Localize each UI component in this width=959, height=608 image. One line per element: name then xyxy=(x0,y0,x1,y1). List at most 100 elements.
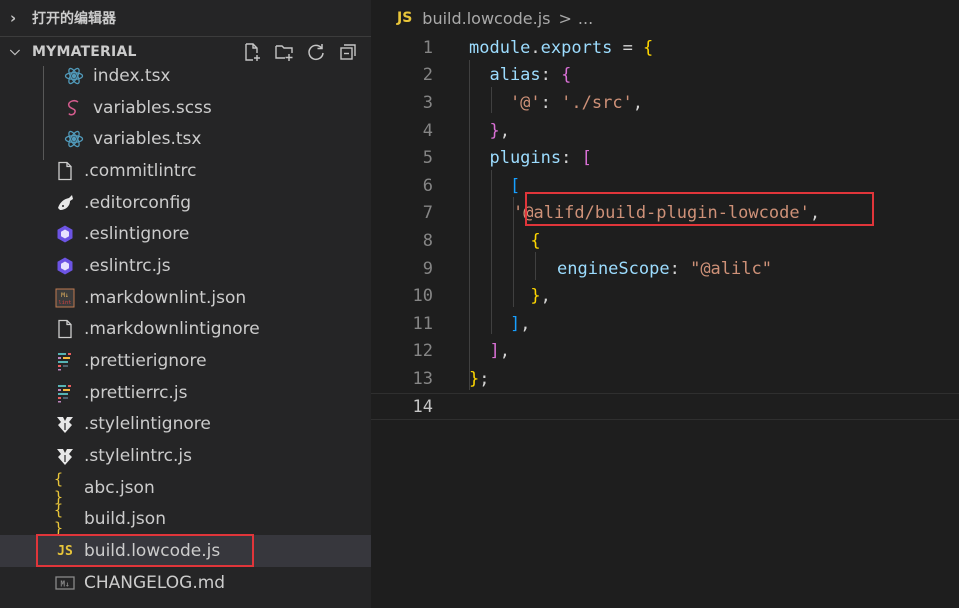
file-item-build-lowcode-js[interactable]: JS build.lowcode.js xyxy=(0,535,371,567)
breadcrumb-more[interactable]: ... xyxy=(578,9,593,28)
react-icon xyxy=(63,65,85,87)
file-label: .markdownlintignore xyxy=(84,319,260,340)
code-token: { xyxy=(643,37,654,58)
file-label: CHANGELOG.md xyxy=(84,572,226,593)
line-number: 7 xyxy=(422,203,433,224)
line-number: 5 xyxy=(422,148,433,169)
code-token: './src' xyxy=(561,92,633,113)
code-token: ] xyxy=(469,313,521,334)
code-text: '@': './src', xyxy=(469,93,643,113)
vscode-window: › 打开的编辑器 ⌵ MYMATERIAL index.tsx variable… xyxy=(0,0,959,608)
code-line: 12 ], xyxy=(371,338,959,366)
eslint-icon xyxy=(54,255,76,277)
json-icon: { } xyxy=(54,501,64,538)
file-item-build-json[interactable]: { } build.json xyxy=(0,501,371,538)
code-line: 5 plugins: [ xyxy=(371,144,959,172)
file-label: .markdownlint.json xyxy=(84,287,247,308)
file-label: variables.scss xyxy=(93,97,212,118)
breadcrumb-file[interactable]: build.lowcode.js xyxy=(422,9,550,28)
sass-icon xyxy=(63,97,85,119)
code-token: . xyxy=(530,37,541,58)
code-token: ; xyxy=(479,368,490,389)
code-text: plugins: [ xyxy=(469,148,592,169)
code-token: '@' xyxy=(469,92,541,113)
svg-text:lint: lint xyxy=(58,300,71,306)
file-item-eslintignore[interactable]: .eslintignore xyxy=(0,218,371,250)
file-label: .prettierrc.js xyxy=(84,382,188,403)
open-editors-header[interactable]: › 打开的编辑器 xyxy=(0,0,371,36)
code-token: : xyxy=(669,258,691,279)
code-token: ] xyxy=(469,341,500,362)
file-item-stylelintrc-js[interactable]: .stylelintrc.js xyxy=(0,440,371,472)
file-item-index-tsx[interactable]: index.tsx xyxy=(0,60,371,92)
open-editors-title: 打开的编辑器 xyxy=(32,11,116,27)
file-label: index.tsx xyxy=(93,65,171,86)
breadcrumb: JS build.lowcode.js > ... xyxy=(371,0,959,36)
js-icon: JS xyxy=(57,543,73,559)
code-token: , xyxy=(520,313,531,334)
file-label: variables.tsx xyxy=(93,129,202,150)
code-token: , xyxy=(499,120,510,141)
stylelint-icon xyxy=(54,445,76,467)
file-item-abc-json[interactable]: { } abc.json xyxy=(0,469,371,506)
code-token: '@alifd/build-plugin-lowcode' xyxy=(513,203,810,224)
code-line: 7 '@alifd/build-plugin-lowcode', xyxy=(371,200,959,228)
code-text: alias: { xyxy=(469,65,571,85)
file-label: .prettierignore xyxy=(84,351,207,372)
line-number: 4 xyxy=(422,120,433,141)
code-line: 3 '@': './src', xyxy=(371,89,959,117)
line-number: 9 xyxy=(422,258,433,279)
file-item-prettierignore[interactable]: .prettierignore xyxy=(0,345,371,377)
react-icon xyxy=(63,128,85,150)
code-token: : xyxy=(540,65,562,86)
file-icon xyxy=(54,318,76,340)
file-item-markdownlintignore[interactable]: .markdownlintignore xyxy=(0,314,371,346)
line-number: 14 xyxy=(412,396,433,417)
code-token: , xyxy=(632,92,644,113)
prettier-icon xyxy=(54,382,76,404)
file-item-eslintrc-js[interactable]: .eslintrc.js xyxy=(0,250,371,282)
file-label: .stylelintignore xyxy=(84,414,211,435)
code-token: , xyxy=(540,286,551,307)
file-item-changelog-md[interactable]: M↓ CHANGELOG.md xyxy=(0,567,371,599)
chevron-right-icon: › xyxy=(10,9,17,27)
code-line: 11 ], xyxy=(371,310,959,338)
file-label: .editorconfig xyxy=(84,192,192,213)
line-number: 10 xyxy=(412,286,433,307)
code-token: alias xyxy=(469,65,541,86)
code-text: engineScope: "@alilc" xyxy=(557,259,772,279)
file-item-commitlintrc[interactable]: .commitlintrc xyxy=(0,155,371,187)
code-token: exports xyxy=(540,37,613,58)
line-number: 11 xyxy=(412,313,433,334)
line-number: 1 xyxy=(422,37,433,58)
file-label: build.json xyxy=(84,509,166,530)
code-area[interactable]: 1 module.exports = { 2 alias: { 3 '@': '… xyxy=(371,34,959,421)
line-number: 12 xyxy=(412,341,433,362)
code-text: '@alifd/build-plugin-lowcode', xyxy=(513,203,820,223)
code-line: 10 }, xyxy=(371,282,959,310)
file-item-variables-scss[interactable]: variables.scss xyxy=(0,92,371,124)
file-icon xyxy=(54,160,76,182)
code-token: , xyxy=(499,341,510,362)
code-token: : xyxy=(561,148,582,169)
line-number: 6 xyxy=(422,175,433,196)
json-icon: { } xyxy=(54,469,64,506)
file-label: .eslintignore xyxy=(84,224,190,245)
code-token: : xyxy=(540,92,562,113)
stylelint-icon xyxy=(54,413,76,435)
file-tree: index.tsx variables.scss variables.tsx .… xyxy=(0,60,371,599)
code-text: ], xyxy=(469,313,531,334)
svg-text:M↓: M↓ xyxy=(60,579,69,588)
code-editor[interactable]: JS build.lowcode.js > ... 1 module.expor… xyxy=(371,0,959,608)
file-item-prettierrc-js[interactable]: .prettierrc.js xyxy=(0,377,371,409)
code-line: 8 { xyxy=(371,227,959,255)
code-token: [ xyxy=(581,148,592,169)
file-item-editorconfig[interactable]: .editorconfig xyxy=(0,187,371,219)
code-token: module xyxy=(469,37,531,58)
folder-title: MYMATERIAL xyxy=(32,43,137,60)
code-token: } xyxy=(469,286,541,307)
file-item-markdownlint-json[interactable]: M↓ lint .markdownlint.json xyxy=(0,282,371,314)
file-item-stylelintignore[interactable]: .stylelintignore xyxy=(0,409,371,441)
file-item-variables-tsx[interactable]: variables.tsx xyxy=(0,123,371,155)
svg-text:M↓: M↓ xyxy=(61,291,69,299)
